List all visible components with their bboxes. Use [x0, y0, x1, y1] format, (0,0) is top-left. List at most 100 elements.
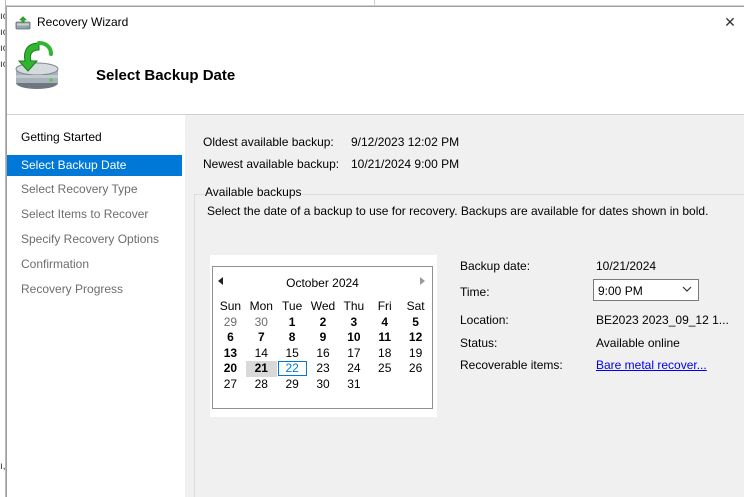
newest-backup-label: Newest available backup: — [203, 157, 340, 171]
calendar-day[interactable]: 16 — [308, 346, 339, 362]
status-value: Available online — [596, 336, 680, 350]
calendar-day[interactable]: 26 — [400, 361, 431, 377]
calendar-day-number: 12 — [408, 330, 423, 344]
calendar-day[interactable]: 20 — [215, 361, 246, 377]
recovery-wizard-window: Recovery Wizard ✕ Select Backup Date Get… — [6, 6, 744, 497]
calendar-day[interactable]: 8 — [277, 330, 308, 346]
calendar-day[interactable]: 28 — [246, 377, 277, 393]
wizard-steps-sidebar: Getting Started Select Backup Date Selec… — [7, 115, 185, 497]
backup-restore-icon — [15, 41, 59, 89]
calendar-day-number: 7 — [257, 330, 265, 344]
calendar-day-selected[interactable]: 21 — [245, 361, 277, 377]
recoverable-items-label: Recoverable items: — [460, 358, 563, 372]
calendar-day[interactable]: 25 — [369, 361, 400, 377]
calendar-day[interactable]: 29 — [215, 315, 246, 331]
oldest-backup-value: 9/12/2023 12:02 PM — [351, 135, 460, 149]
calendar-week-row: 13 14 15 16 17 18 19 — [215, 346, 431, 362]
calendar-day[interactable]: 7 — [246, 330, 277, 346]
calendar-day[interactable]: 31 — [338, 377, 369, 393]
calendar-day-number: 29 — [223, 314, 238, 329]
calendar-weekday-thu: Thu — [343, 299, 365, 313]
calendar-frame: October 2024 Sun Mon Tue Wed Thu Fri Sat 29 30 1… — [212, 266, 433, 409]
step-getting-started[interactable]: Getting Started — [7, 127, 182, 148]
calendar-weekday-sun: Sun — [219, 299, 242, 313]
calendar-day[interactable]: 27 — [215, 377, 246, 393]
calendar-day-number: 17 — [347, 345, 361, 360]
calendar-day-number: 19 — [408, 345, 423, 360]
calendar-day[interactable]: 9 — [308, 330, 339, 346]
page-title: Select Backup Date — [96, 67, 236, 84]
title-bar[interactable]: Recovery Wizard ✕ — [7, 7, 744, 37]
close-icon: ✕ — [724, 13, 736, 30]
time-dropdown-value: 9:00 PM — [598, 284, 643, 298]
calendar-day[interactable]: 13 — [215, 346, 246, 362]
calendar-day[interactable]: 11 — [369, 330, 400, 346]
calendar-day[interactable]: 29 — [277, 377, 308, 393]
calendar-day[interactable]: 15 — [277, 346, 308, 362]
calendar-day[interactable]: 24 — [338, 361, 369, 377]
calendar-day[interactable]: 10 — [338, 330, 369, 346]
backup-calendar[interactable]: October 2024 Sun Mon Tue Wed Thu Fri Sat 29 30 1… — [210, 255, 437, 417]
calendar-weekday-header: Sun Mon Tue Wed Thu Fri Sat — [215, 299, 431, 315]
calendar-month-label[interactable]: October 2024 — [213, 276, 432, 290]
recoverable-items-link[interactable]: Bare metal recover... — [596, 358, 707, 372]
calendar-day-number: 18 — [378, 345, 392, 360]
calendar-day-number: 28 — [254, 376, 268, 391]
close-button[interactable]: ✕ — [715, 7, 744, 37]
calendar-day[interactable]: 4 — [369, 315, 400, 331]
calendar-day[interactable]: 14 — [246, 346, 277, 362]
calendar-day[interactable]: 30 — [308, 377, 339, 393]
calendar-day-number: 3 — [350, 314, 358, 329]
oldest-backup-label: Oldest available backup: — [203, 135, 334, 149]
calendar-day — [369, 377, 400, 393]
calendar-week-row: 29 30 1 2 3 4 5 — [215, 315, 431, 331]
calendar-weekday-tue: Tue — [282, 299, 303, 313]
time-label: Time: — [460, 285, 490, 299]
calendar-day-number: 14 — [254, 345, 268, 360]
location-label: Location: — [460, 313, 509, 327]
calendar-day[interactable]: 3 — [338, 315, 369, 331]
newest-backup-value: 10/21/2024 9:00 PM — [351, 157, 460, 171]
calendar-day-number: 9 — [319, 330, 327, 344]
calendar-day[interactable]: 19 — [400, 346, 431, 362]
calendar-day-number: 22 — [277, 361, 307, 376]
calendar-day-number: 24 — [347, 361, 361, 375]
calendar-day[interactable]: 17 — [338, 346, 369, 362]
calendar-week-row: 27 28 29 30 31 — [215, 377, 431, 393]
calendar-day[interactable]: 6 — [215, 330, 246, 346]
calendar-day-number: 15 — [285, 345, 299, 360]
calendar-day-number: 11 — [378, 330, 392, 344]
location-value: BE2023 2023_09_12 1... — [596, 313, 729, 327]
calendar-day-number: 30 — [316, 376, 330, 391]
calendar-day-number: 29 — [285, 376, 299, 391]
calendar-week-row: 20 21 22 23 24 25 26 — [215, 361, 431, 377]
step-recovery-progress: Recovery Progress — [21, 282, 124, 296]
step-confirmation: Confirmation — [21, 257, 90, 271]
calendar-weekday-sat: Sat — [406, 299, 425, 313]
calendar-day-number: 10 — [347, 330, 361, 344]
step-select-backup-date[interactable]: Select Backup Date — [7, 155, 182, 176]
available-backups-title: Available backups — [205, 185, 302, 199]
calendar-day[interactable]: 12 — [400, 330, 431, 346]
calendar-day[interactable]: 5 — [400, 315, 431, 331]
backup-date-value: 10/21/2024 — [596, 259, 657, 273]
time-dropdown[interactable]: 9:00 PM — [593, 279, 699, 301]
calendar-day[interactable]: 2 — [308, 315, 339, 331]
calendar-day-number: 26 — [408, 361, 423, 375]
calendar-day-number: 30 — [254, 314, 268, 329]
calendar-day-today[interactable]: 22 — [277, 361, 308, 377]
calendar-day-number: 6 — [227, 330, 234, 344]
calendar-day[interactable]: 18 — [369, 346, 400, 362]
chevron-down-icon — [682, 286, 692, 292]
calendar-day-number: 5 — [412, 314, 419, 329]
calendar-day[interactable]: 23 — [308, 361, 339, 377]
calendar-day[interactable]: 30 — [246, 315, 277, 331]
calendar-day-number: 2 — [319, 314, 327, 329]
calendar-day-number: 27 — [223, 376, 238, 391]
calendar-day-number: 20 — [223, 361, 238, 375]
calendar-day-number: 16 — [316, 345, 330, 360]
window-title: Recovery Wizard — [37, 15, 129, 29]
available-backups-description: Select the date of a backup to use for r… — [207, 204, 709, 218]
calendar-day[interactable]: 1 — [277, 315, 308, 331]
backup-date-label: Backup date: — [460, 259, 531, 273]
